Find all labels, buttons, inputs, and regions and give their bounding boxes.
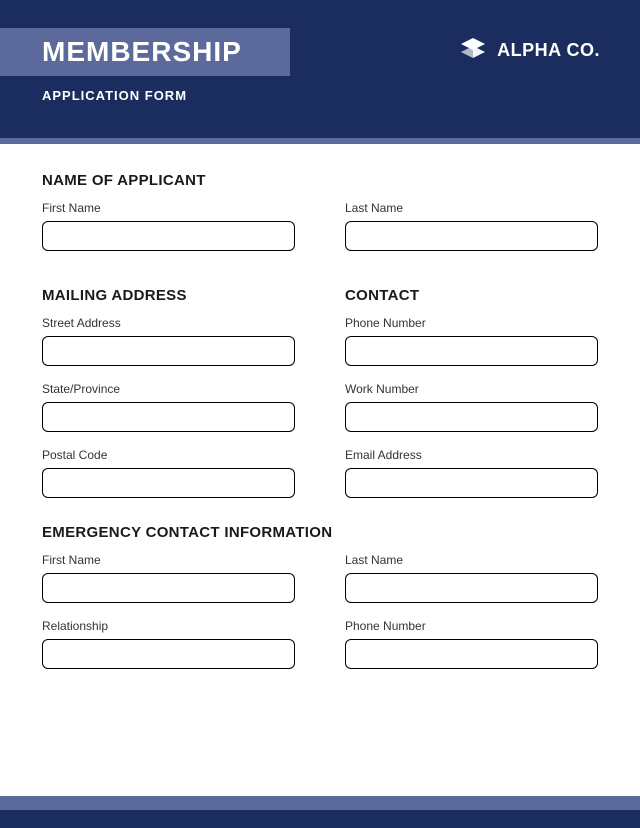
postal-label: Postal Code [42,448,295,462]
title-bar: MEMBERSHIP [0,28,290,76]
mailing-title: MAILING ADDRESS [42,287,295,304]
street-input[interactable] [42,336,295,366]
em-last-name-label: Last Name [345,553,598,567]
em-phone-input[interactable] [345,639,598,669]
phone-label: Phone Number [345,316,598,330]
applicant-title: NAME OF APPLICANT [42,172,598,189]
company-name: ALPHA CO. [497,40,600,61]
work-input[interactable] [345,402,598,432]
contact-section: CONTACT Phone Number Work Number Email A… [345,287,598,514]
em-relationship-label: Relationship [42,619,295,633]
page-title: MEMBERSHIP [42,36,248,68]
page-subtitle: APPLICATION FORM [42,88,187,103]
state-label: State/Province [42,382,295,396]
first-name-label: First Name [42,201,295,215]
state-input[interactable] [42,402,295,432]
last-name-input[interactable] [345,221,598,251]
mailing-section: MAILING ADDRESS Street Address State/Pro… [42,287,295,514]
footer-dark [0,810,640,828]
em-first-name-input[interactable] [42,573,295,603]
email-input[interactable] [345,468,598,498]
header: MEMBERSHIP APPLICATION FORM ALPHA CO. [0,0,640,138]
em-last-name-input[interactable] [345,573,598,603]
emergency-title: EMERGENCY CONTACT INFORMATION [42,524,598,541]
em-first-name-label: First Name [42,553,295,567]
company-logo: ALPHA CO. [457,38,600,62]
em-relationship-input[interactable] [42,639,295,669]
footer [0,796,640,828]
postal-input[interactable] [42,468,295,498]
applicant-section: NAME OF APPLICANT First Name Last Name [42,172,598,267]
last-name-label: Last Name [345,201,598,215]
em-phone-label: Phone Number [345,619,598,633]
footer-light [0,796,640,810]
emergency-section: EMERGENCY CONTACT INFORMATION First Name… [42,524,598,685]
street-label: Street Address [42,316,295,330]
contact-title: CONTACT [345,287,598,304]
logo-icon [457,38,489,62]
first-name-input[interactable] [42,221,295,251]
email-label: Email Address [345,448,598,462]
work-label: Work Number [345,382,598,396]
phone-input[interactable] [345,336,598,366]
form-content: NAME OF APPLICANT First Name Last Name M… [0,144,640,685]
